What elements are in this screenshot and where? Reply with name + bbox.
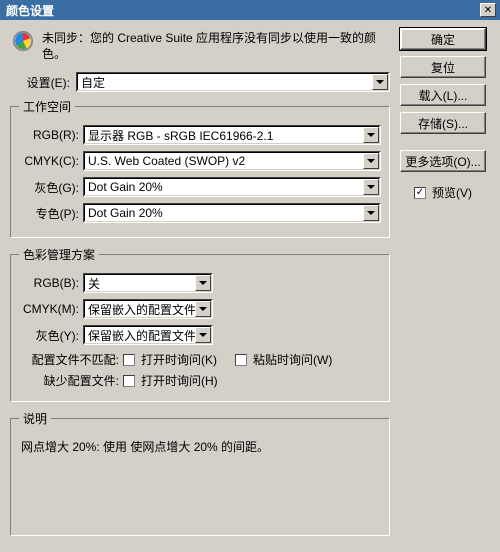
ok-button[interactable]: 确定	[400, 28, 486, 50]
sync-message: 未同步：您的 Creative Suite 应用程序没有同步以使用一致的颜色。	[42, 30, 388, 62]
gray-dropdown[interactable]: Dot Gain 20%	[83, 177, 381, 197]
chevron-down-icon[interactable]	[363, 179, 379, 195]
policy-rgb-dropdown[interactable]: 关	[83, 273, 213, 293]
missing-open-checkbox[interactable]	[123, 375, 135, 387]
mismatch-open-label: 打开时询问(K)	[141, 351, 217, 368]
description-group: 说明 网点增大 20%: 使用 使网点增大 20% 的间距。	[10, 410, 390, 536]
save-button[interactable]: 存储(S)...	[400, 112, 486, 134]
policy-cmyk-label: CMYK(M):	[19, 302, 79, 316]
description-legend: 说明	[19, 410, 51, 427]
gray-label: 灰色(G):	[19, 179, 79, 196]
policies-group: 色彩管理方案 RGB(B): 关 CMYK(M): 保留嵌入的配置文件 灰色(Y…	[10, 246, 390, 402]
more-options-button[interactable]: 更多选项(O)...	[400, 150, 486, 172]
mismatch-paste-label: 粘贴时询问(W)	[253, 351, 332, 368]
workspace-legend: 工作空间	[19, 98, 75, 115]
policy-cmyk-dropdown[interactable]: 保留嵌入的配置文件	[83, 299, 213, 319]
chevron-down-icon[interactable]	[195, 327, 211, 343]
missing-label: 缺少配置文件:	[19, 372, 119, 389]
chevron-down-icon[interactable]	[195, 275, 211, 291]
workspace-group: 工作空间 RGB(R): 显示器 RGB - sRGB IEC61966-2.1…	[10, 98, 390, 238]
chevron-down-icon[interactable]	[195, 301, 211, 317]
chevron-down-icon[interactable]	[363, 205, 379, 221]
chevron-down-icon[interactable]	[372, 74, 388, 90]
chevron-down-icon[interactable]	[363, 153, 379, 169]
cmyk-label: CMYK(C):	[19, 154, 79, 168]
policy-rgb-label: RGB(B):	[19, 276, 79, 290]
settings-value: 自定	[81, 74, 389, 91]
description-text: 网点增大 20%: 使用 使网点增大 20% 的间距。	[19, 437, 381, 527]
reset-button[interactable]: 复位	[400, 56, 486, 78]
policies-legend: 色彩管理方案	[19, 246, 99, 263]
policy-gray-dropdown[interactable]: 保留嵌入的配置文件	[83, 325, 213, 345]
preview-label: 预览(V)	[432, 184, 472, 201]
mismatch-open-checkbox[interactable]	[123, 354, 135, 366]
color-sync-icon	[12, 30, 34, 52]
spot-dropdown[interactable]: Dot Gain 20%	[83, 203, 381, 223]
dialog-title: 颜色设置	[4, 2, 480, 19]
preview-checkbox[interactable]	[414, 187, 426, 199]
cmyk-dropdown[interactable]: U.S. Web Coated (SWOP) v2	[83, 151, 381, 171]
mismatch-paste-checkbox[interactable]	[235, 354, 247, 366]
close-icon[interactable]: ✕	[480, 3, 496, 17]
spot-label: 专色(P):	[19, 205, 79, 222]
load-button[interactable]: 载入(L)...	[400, 84, 486, 106]
mismatch-label: 配置文件不匹配:	[19, 351, 119, 368]
missing-open-label: 打开时询问(H)	[141, 372, 218, 389]
settings-dropdown[interactable]: 自定	[76, 72, 390, 92]
chevron-down-icon[interactable]	[363, 127, 379, 143]
rgb-dropdown[interactable]: 显示器 RGB - sRGB IEC61966-2.1	[83, 125, 381, 145]
titlebar: 颜色设置 ✕	[0, 0, 500, 20]
rgb-label: RGB(R):	[19, 128, 79, 142]
policy-gray-label: 灰色(Y):	[19, 327, 79, 344]
settings-label: 设置(E):	[10, 74, 70, 91]
